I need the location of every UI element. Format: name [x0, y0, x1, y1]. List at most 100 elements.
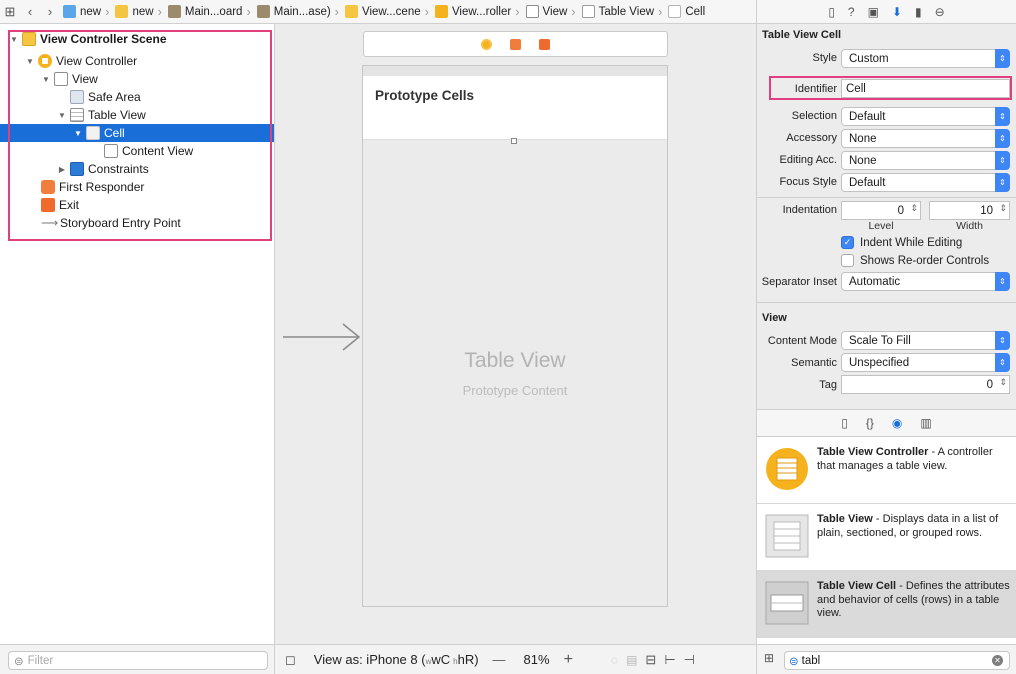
crumb-view[interactable]: View: [523, 5, 569, 18]
clear-search-icon[interactable]: ✕: [992, 655, 1003, 666]
accessory-popup[interactable]: None ⇕: [841, 129, 1010, 148]
outline-row-safe-area[interactable]: Safe Area: [0, 88, 274, 106]
highlight-identifier-box: [769, 76, 1012, 100]
shows-reorder-checkbox[interactable]: Shows Re-order Controls: [841, 254, 989, 267]
library-search-input[interactable]: ⊜ tabl ✕: [784, 651, 1010, 670]
forward-arrow-icon[interactable]: ›: [40, 4, 60, 19]
outline-row-content-view[interactable]: Content View: [0, 142, 274, 160]
attributes-inspector-icon[interactable]: ⬇: [892, 5, 902, 19]
semantic-label: Semantic: [791, 357, 837, 369]
disclosure-triangle-icon[interactable]: ▼: [41, 75, 51, 84]
stepper-arrows-icon[interactable]: ⇕: [999, 377, 1007, 388]
code-snippet-library-icon[interactable]: {}: [866, 416, 874, 430]
indent-while-editing-checkbox[interactable]: ✓ Indent While Editing: [841, 236, 962, 249]
size-inspector-icon[interactable]: ▮: [915, 5, 922, 19]
content-mode-popup[interactable]: Scale To Fill ⇕: [841, 331, 1010, 350]
indent-level-stepper[interactable]: 0 ⇕: [841, 201, 921, 220]
related-items-icon[interactable]: ⊞: [0, 4, 20, 20]
view-controller-icon: [38, 54, 52, 68]
crumb-project[interactable]: new: [60, 5, 102, 18]
tag-label: Tag: [819, 379, 837, 391]
identity-inspector-icon[interactable]: ▣: [868, 5, 879, 19]
scene-dock: [363, 31, 668, 57]
embed-in-icon[interactable]: ▤: [626, 653, 637, 667]
outline-row-view-controller[interactable]: ▼ View Controller: [0, 52, 274, 70]
chevron-updown-icon: ⇕: [995, 272, 1010, 291]
chevron-updown-icon: ⇕: [995, 151, 1010, 170]
outline-row-first-responder[interactable]: First Responder: [0, 178, 274, 196]
toggle-outline-icon[interactable]: ◻: [285, 652, 296, 668]
media-library-icon[interactable]: ▥: [920, 416, 931, 430]
storyboard-canvas[interactable]: Prototype Cells Table View Prototype Con…: [275, 24, 756, 644]
file-template-library-icon[interactable]: ▯: [841, 416, 848, 430]
disclosure-triangle-icon[interactable]: ▼: [73, 129, 83, 138]
entry-point-arrow-icon[interactable]: [283, 322, 363, 352]
outline-row-exit[interactable]: Exit: [0, 196, 274, 214]
library-tab-bar: ▯ {} ◉ ▥: [756, 409, 1016, 437]
disclosure-triangle-icon[interactable]: ▼: [9, 35, 19, 44]
prototype-cell-area[interactable]: Prototype Cells: [363, 76, 667, 140]
table-view-cell-icon: [765, 581, 809, 625]
outline-filter-bar: ⊜ Filter: [0, 644, 275, 674]
editing-acc-popup[interactable]: None ⇕: [841, 151, 1010, 170]
checkmark-icon: ✓: [841, 236, 854, 249]
resize-handle[interactable]: [511, 138, 517, 144]
semantic-popup[interactable]: Unspecified ⇕: [841, 353, 1010, 372]
object-library-icon[interactable]: ◉: [892, 416, 902, 430]
first-responder-icon: [41, 180, 55, 194]
crumb-scene[interactable]: View...cene: [342, 5, 422, 18]
library-item-table-view[interactable]: Table View - Displays data in a list of …: [757, 504, 1016, 571]
device-frame[interactable]: Prototype Cells Table View Prototype Con…: [362, 65, 668, 607]
outline-filter-input[interactable]: ⊜ Filter: [8, 651, 268, 670]
view-controller-icon[interactable]: [481, 38, 492, 50]
file-inspector-icon[interactable]: ▯: [828, 5, 835, 19]
disclosure-triangle-icon[interactable]: ▼: [57, 111, 67, 120]
stepper-arrows-icon[interactable]: ⇕: [999, 203, 1007, 214]
chevron-updown-icon: ⇕: [995, 49, 1010, 68]
focus-style-popup[interactable]: Default ⇕: [841, 173, 1010, 192]
library-item-table-view-cell[interactable]: Table View Cell - Defines the attributes…: [757, 571, 1016, 638]
content-mode-label: Content Mode: [767, 335, 837, 347]
view-as-button[interactable]: View as: iPhone 8 (wwC hhR): [314, 652, 479, 667]
add-constraints-icon[interactable]: ⊢: [664, 652, 675, 668]
crumb-folder[interactable]: new: [112, 5, 154, 18]
outline-row-entry-point[interactable]: ⟶ Storyboard Entry Point: [0, 214, 274, 232]
cell-icon: [86, 126, 100, 140]
crumb-view-controller[interactable]: View...roller: [432, 5, 512, 18]
separator-inset-label: Separator Inset: [761, 276, 837, 288]
update-frames-icon[interactable]: ◌: [611, 653, 618, 667]
first-responder-icon[interactable]: [510, 38, 521, 50]
crumb-storyboard-base[interactable]: Main...ase): [254, 5, 332, 18]
tag-stepper[interactable]: 0 ⇕: [841, 375, 1010, 394]
outline-row-scene[interactable]: ▼ View Controller Scene: [0, 30, 274, 48]
library-item-table-view-controller[interactable]: Table View Controller - A controller tha…: [757, 437, 1016, 504]
connections-inspector-icon[interactable]: ⊖: [935, 5, 945, 19]
disclosure-triangle-icon[interactable]: ▶: [57, 165, 67, 174]
align-icon[interactable]: ⊟: [645, 652, 656, 668]
style-popup[interactable]: Custom ⇕: [841, 49, 1010, 68]
stepper-arrows-icon[interactable]: ⇕: [910, 203, 918, 214]
separator-inset-popup[interactable]: Automatic ⇕: [841, 272, 1010, 291]
library-filter-bar: ⊞ ⊜ tabl ✕: [756, 644, 1016, 674]
crumb-table-view[interactable]: Table View: [579, 5, 655, 18]
outline-row-cell[interactable]: ▼ Cell: [0, 124, 274, 142]
resolve-issues-icon[interactable]: ⊣: [684, 652, 695, 668]
safe-area-icon: [70, 90, 84, 104]
back-arrow-icon[interactable]: ‹: [20, 4, 40, 19]
indent-width-stepper[interactable]: 10 ⇕: [929, 201, 1010, 220]
view-icon: [525, 5, 539, 18]
crumb-cell[interactable]: Cell: [665, 5, 706, 18]
chevron-updown-icon: ⇕: [995, 107, 1010, 126]
zoom-out-button[interactable]: —: [493, 652, 506, 667]
crumb-storyboard[interactable]: Main...oard: [165, 5, 244, 18]
exit-icon[interactable]: [539, 38, 550, 50]
outline-row-constraints[interactable]: ▶ Constraints: [0, 160, 274, 178]
help-inspector-icon[interactable]: ?: [848, 5, 855, 19]
zoom-in-button[interactable]: +: [564, 651, 573, 669]
outline-row-view[interactable]: ▼ View: [0, 70, 274, 88]
disclosure-triangle-icon[interactable]: ▼: [25, 57, 35, 66]
grid-view-icon[interactable]: ⊞: [764, 651, 774, 665]
selection-popup[interactable]: Default ⇕: [841, 107, 1010, 126]
outline-row-table-view[interactable]: ▼ Table View: [0, 106, 274, 124]
chevron-updown-icon: ⇕: [995, 129, 1010, 148]
